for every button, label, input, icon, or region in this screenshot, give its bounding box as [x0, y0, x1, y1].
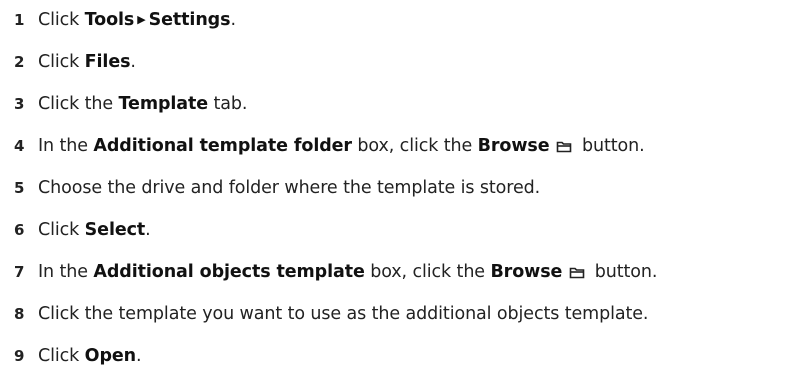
button-name-select: Select: [84, 220, 146, 240]
menu-name-tools: Tools: [84, 10, 135, 30]
step-3: 3 Click the Template tab.: [14, 87, 247, 121]
step-number: 7: [14, 263, 25, 281]
step-text: Click: [38, 52, 85, 72]
step-text: Click the: [38, 94, 119, 114]
button-name-browse: Browse: [490, 262, 563, 282]
menu-item-settings: Settings: [148, 10, 231, 30]
step-number: 1: [14, 11, 25, 29]
step-text: In the: [38, 136, 94, 156]
option-files: Files: [84, 52, 131, 72]
field-name-additional-template-folder: Additional template folder: [93, 136, 352, 156]
step-number: 5: [14, 179, 25, 197]
step-text: Click: [38, 346, 85, 366]
step-8: 8 Click the template you want to use as t…: [14, 297, 648, 331]
folder-icon: [556, 131, 572, 165]
step-text: Click: [38, 220, 85, 240]
step-text-end: .: [145, 220, 151, 240]
field-name-additional-objects-template: Additional objects template: [93, 262, 365, 282]
step-number: 9: [14, 347, 25, 365]
step-9: 9 Click Open.: [14, 339, 142, 373]
step-text-end: .: [230, 10, 236, 30]
folder-icon: [569, 257, 585, 291]
step-text-mid: box, click the: [364, 262, 491, 282]
step-number: 3: [14, 95, 25, 113]
tab-name-template: Template: [118, 94, 209, 114]
step-number: 2: [14, 53, 25, 71]
step-7: 7 In the Additional objects template box,…: [14, 255, 657, 289]
step-text: Choose the drive and folder where the te…: [38, 178, 541, 198]
instruction-steps: 1 Click Tools ▶ Settings. 2 Click Files. 3 Cl…: [0, 0, 796, 384]
step-2: 2 Click Files.: [14, 45, 136, 79]
step-text-end: tab.: [208, 94, 248, 114]
step-number: 6: [14, 221, 25, 239]
button-name-open: Open: [84, 346, 137, 366]
step-5: 5 Choose the drive and folder where the t…: [14, 171, 540, 205]
step-number: 4: [14, 137, 25, 155]
step-text: Click the template you want to use as th…: [38, 304, 649, 324]
step-text-end: .: [136, 346, 142, 366]
step-text-end: button.: [589, 262, 658, 282]
step-number: 8: [14, 305, 25, 323]
step-text-end: .: [130, 52, 136, 72]
submenu-arrow-icon: ▶: [137, 13, 146, 26]
step-text-end: button.: [576, 136, 645, 156]
step-text: Click: [38, 10, 85, 30]
button-name-browse: Browse: [477, 136, 550, 156]
step-6: 6 Click Select.: [14, 213, 151, 247]
step-1: 1 Click Tools ▶ Settings.: [14, 3, 236, 37]
step-text-mid: box, click the: [351, 136, 478, 156]
step-text: In the: [38, 262, 94, 282]
step-4: 4 In the Additional template folder box, …: [14, 129, 645, 163]
